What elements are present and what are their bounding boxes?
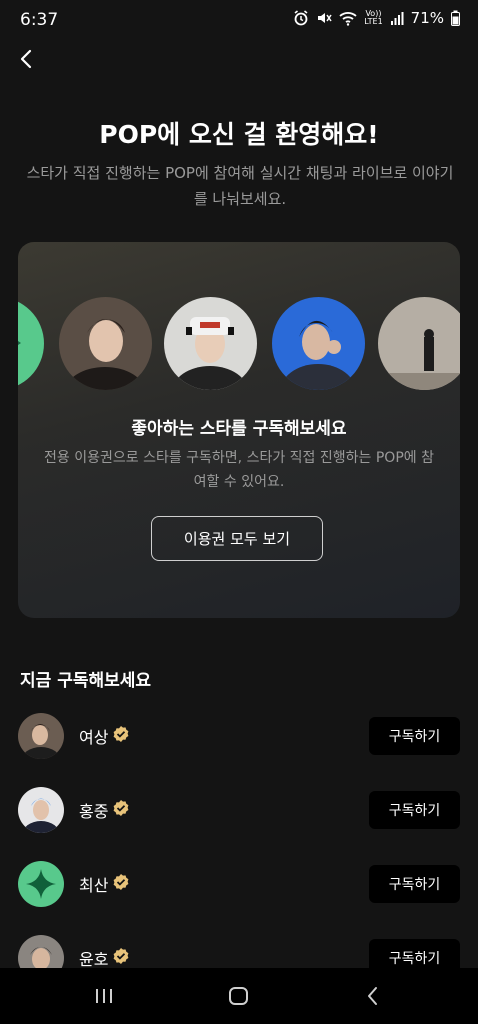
star-name: 여상: [79, 724, 130, 748]
subscribe-button[interactable]: 구독하기: [369, 791, 460, 829]
list-item: 홍중 구독하기: [0, 780, 478, 840]
avatar[interactable]: [18, 861, 64, 907]
subscribe-list: 여상 구독하기 홍중 구독하기 최산 구독하기 윤호 구독하기: [0, 0, 478, 968]
verified-badge-icon: [112, 725, 130, 747]
star-name: 윤호: [79, 946, 130, 968]
subscribe-button[interactable]: 구독하기: [369, 865, 460, 903]
list-item: 최산 구독하기: [0, 854, 478, 914]
verified-badge-icon: [112, 799, 130, 821]
back-icon[interactable]: [353, 982, 393, 1010]
recent-apps-icon[interactable]: [84, 982, 124, 1010]
verified-badge-icon: [112, 873, 130, 895]
star-name: 최산: [79, 872, 130, 896]
subscribe-button[interactable]: 구독하기: [369, 939, 460, 968]
list-item: 윤호 구독하기: [0, 928, 478, 968]
subscribe-button[interactable]: 구독하기: [369, 717, 460, 755]
home-icon[interactable]: [219, 982, 259, 1010]
verified-badge-icon: [112, 947, 130, 968]
system-nav-bar: [0, 968, 478, 1024]
avatar[interactable]: [18, 787, 64, 833]
avatar[interactable]: [18, 713, 64, 759]
star-name: 홍중: [79, 798, 130, 822]
avatar[interactable]: [18, 935, 64, 968]
list-item: 여상 구독하기: [0, 706, 478, 766]
